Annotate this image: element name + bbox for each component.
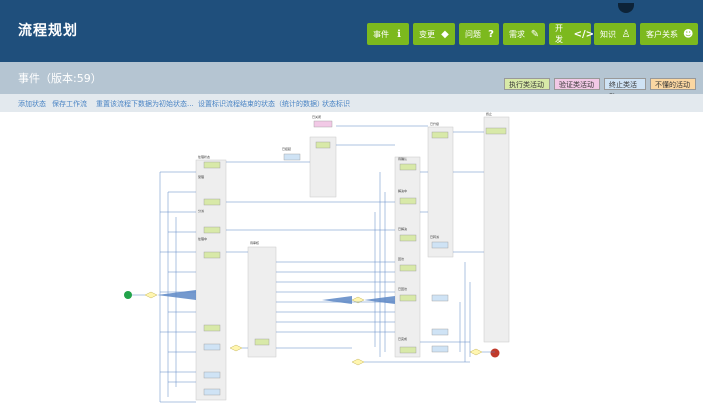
svg-text:已关闭: 已关闭 [312,114,321,119]
svg-text:终止: 终止 [486,112,492,116]
svg-text:处理状态: 处理状态 [198,154,210,159]
question-icon: ? [488,28,494,40]
state-node[interactable] [254,338,270,346]
svg-text:已升级: 已升级 [430,121,439,126]
state-node[interactable] [203,388,221,396]
svg-text:受理: 受理 [198,174,204,179]
state-node[interactable] [399,234,417,242]
nav-button-change[interactable]: 变更 ◆ [413,23,455,45]
lane-container[interactable] [483,116,510,343]
state-node[interactable] [203,324,221,332]
legend-execute: 执行类活动 [504,78,550,90]
state-node[interactable] [399,197,417,205]
app-title: 流程规划 [18,23,78,39]
edge-bundle [157,290,196,300]
nav-label: 客户关系 [646,29,678,39]
state-node[interactable] [283,153,301,161]
nav-label: 需求 [509,29,525,39]
add-state-link[interactable]: 添加状态 [18,99,46,109]
end-node[interactable] [490,348,500,358]
edge-bundle [322,296,352,304]
gateway-node[interactable] [144,291,158,299]
lane-container[interactable] [195,159,227,401]
top-navigation-bar: 流程规划 事件 ℹ 变更 ◆ 问题 ? 需求 ✎ 开发 </> 知识 ♙ 客户关… [0,0,703,62]
app-window: 流程规划 事件 ℹ 变更 ◆ 问题 ? 需求 ✎ 开发 </> 知识 ♙ 客户关… [0,0,703,403]
state-node[interactable] [399,294,417,302]
nav-button-customer-relations[interactable]: 客户关系 ☻ [640,23,698,45]
state-node[interactable] [485,127,507,135]
gateway-node[interactable] [469,348,483,356]
legend-unknown: 不懂的活动 [650,78,696,90]
state-node[interactable] [431,241,449,249]
tag-icon: ◆ [441,28,449,40]
state-node[interactable] [315,141,331,149]
state-node[interactable] [313,120,333,128]
workflow-canvas[interactable]: 处理状态 受理 分派 处理中 待审核 已挂起 已关闭 待确认 解决中 已解决 回… [0,112,703,403]
code-icon: </> [573,28,595,40]
state-node[interactable] [203,161,221,169]
nav-label: 开发 [555,24,563,44]
nav-button-problem[interactable]: 问题 ? [459,23,499,45]
svg-text:处理中: 处理中 [198,236,207,241]
svg-text:解决中: 解决中 [398,188,407,193]
svg-text:回访: 回访 [398,256,404,261]
nav-label: 知识 [600,29,616,39]
state-marker-link[interactable]: 状态标识 [322,99,350,109]
svg-text:已挂起: 已挂起 [282,146,291,151]
svg-text:待确认: 待确认 [398,156,407,161]
state-node[interactable] [431,131,449,139]
svg-text:已回访: 已回访 [398,286,407,291]
state-node[interactable] [399,264,417,272]
edge-bundle [364,296,395,304]
state-node[interactable] [203,343,221,351]
svg-text:分派: 分派 [198,208,204,213]
svg-text:已解决: 已解决 [398,226,407,231]
nav-label: 变更 [419,29,435,39]
state-node[interactable] [399,346,417,354]
reset-data-link[interactable]: 重置该流程下数据为初始状态... [96,99,194,109]
state-node[interactable] [203,251,221,259]
gateway-node[interactable] [229,344,243,352]
chat-icon: ✎ [530,28,540,40]
users-icon: ☻ [683,28,694,40]
nav-label: 事件 [373,29,389,39]
workflow-toolbar: 添加状态 保存工作流 重置该流程下数据为初始状态... 设置标识流程结束的状态（… [0,94,703,112]
state-node[interactable] [431,328,449,336]
nav-button-requirement[interactable]: 需求 ✎ [503,23,545,45]
nav-button-event[interactable]: 事件 ℹ [367,23,409,45]
gateway-node[interactable] [351,358,365,366]
page-title: 事件（版本:59） [18,72,102,85]
nav-label: 问题 [465,29,481,39]
set-end-state-link[interactable]: 设置标识流程结束的状态（统计的数据） [198,99,324,109]
svg-text:待审核: 待审核 [250,240,259,245]
svg-text:已完成: 已完成 [398,336,407,341]
start-node[interactable] [124,291,132,299]
state-node[interactable] [203,371,221,379]
state-node[interactable] [431,345,449,353]
info-icon: ℹ [397,28,401,40]
workflow-diagram: 处理状态 受理 分派 处理中 待审核 已挂起 已关闭 待确认 解决中 已解决 回… [124,112,510,403]
state-node[interactable] [399,163,417,171]
user-avatar-icon[interactable] [618,3,634,13]
svg-text:已转派: 已转派 [430,234,439,239]
person-icon: ♙ [621,28,631,40]
state-node[interactable] [203,198,221,206]
state-node[interactable] [203,226,221,234]
save-workflow-link[interactable]: 保存工作流 [52,99,87,109]
legend-verify: 验证类活动 [554,78,600,90]
nav-button-knowledge[interactable]: 知识 ♙ [594,23,636,45]
page-header: 事件（版本:59） 执行类活动 验证类活动 终止类活动 不懂的活动 [0,62,703,101]
state-node[interactable] [431,294,449,302]
nav-button-development[interactable]: 开发 </> [549,23,595,45]
legend-terminate: 终止类活动 [604,78,646,101]
